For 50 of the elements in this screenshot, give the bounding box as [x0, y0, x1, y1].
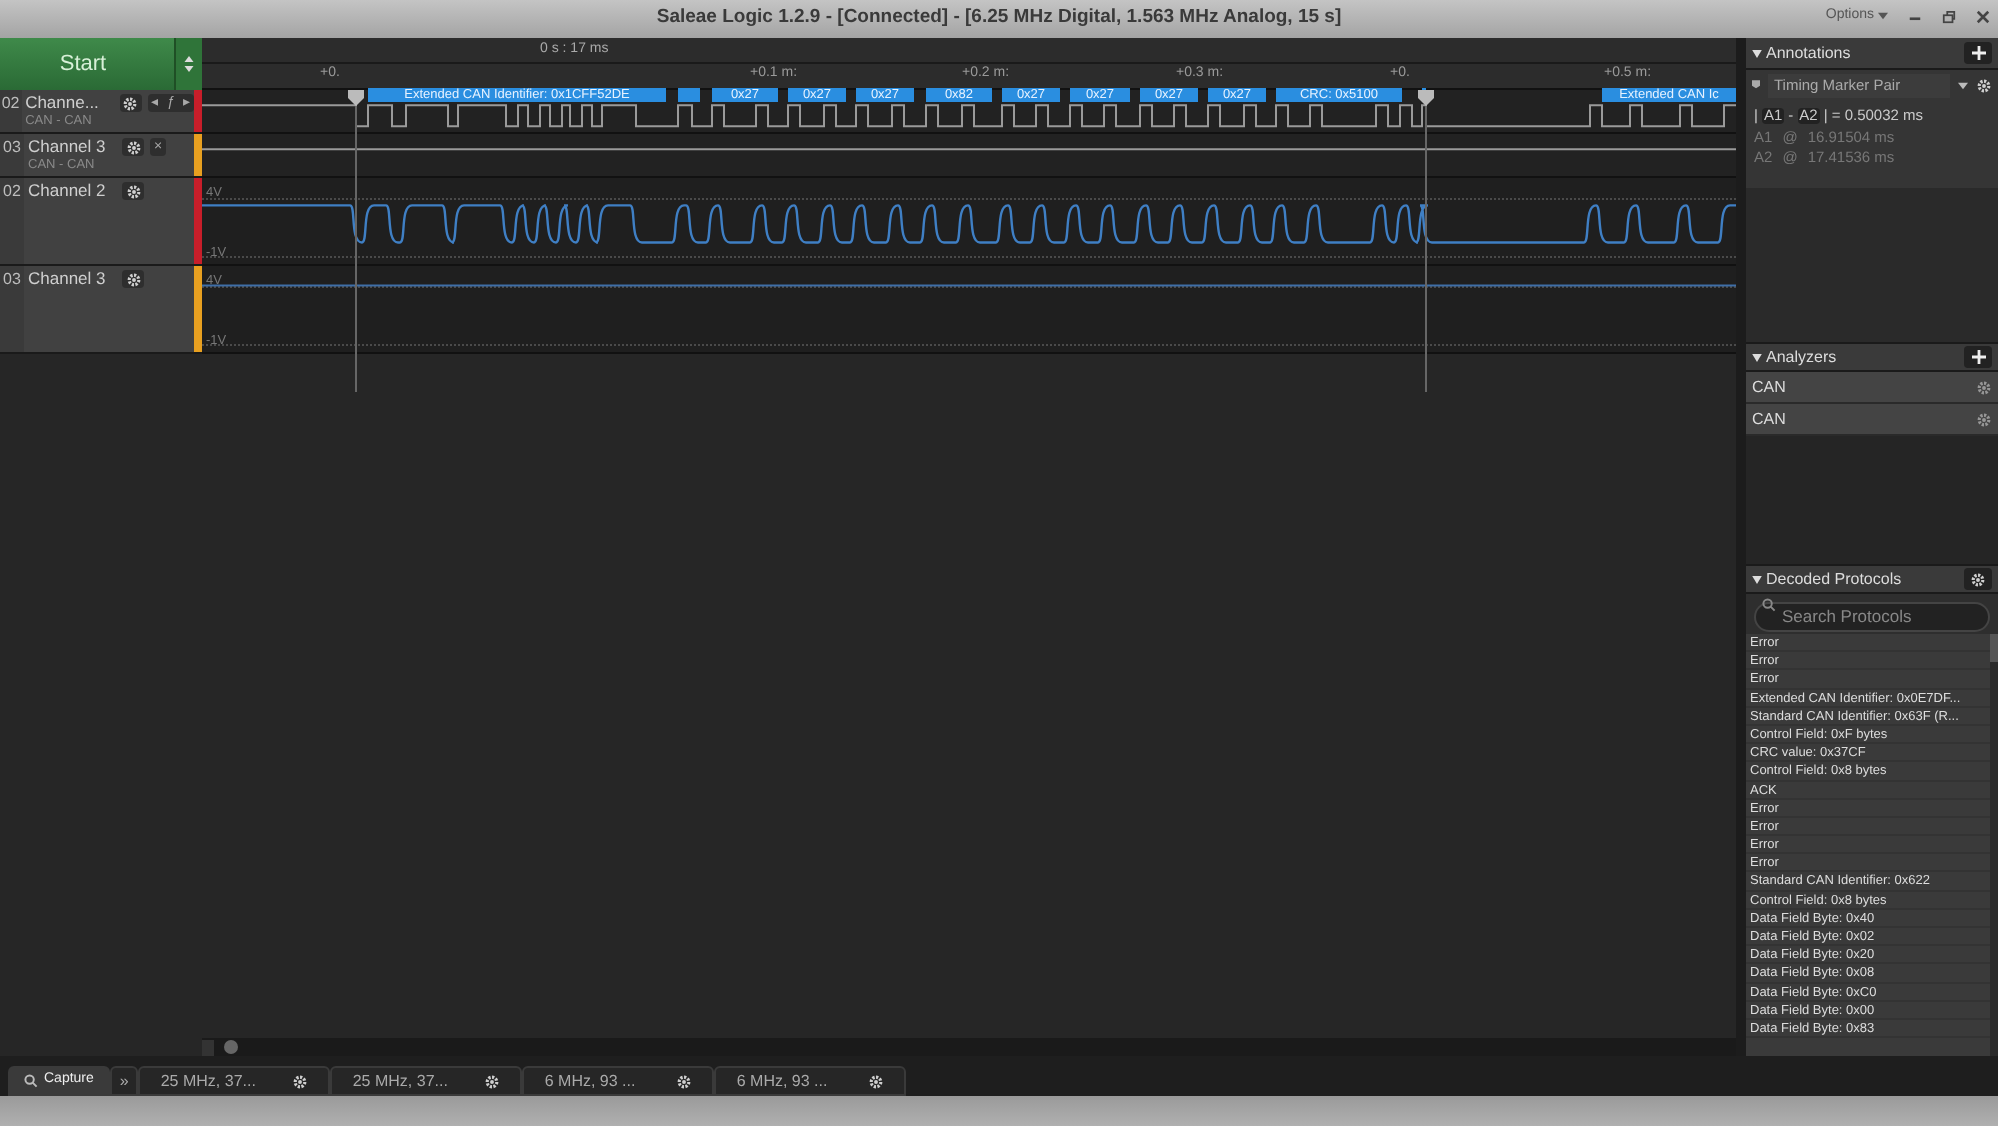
settings-button[interactable] [1964, 568, 1992, 590]
search-field[interactable]: Search Protocols [1754, 601, 1990, 631]
channel-number: 03 [3, 140, 21, 156]
analyzer-item[interactable]: CAN [1746, 372, 1998, 404]
analyzer-name: CAN [1752, 375, 1788, 399]
channel-name: Channel 2 [28, 182, 108, 200]
session-tab[interactable]: 6 MHz, 93 ... [714, 1066, 907, 1096]
search-icon [24, 1074, 38, 1088]
session-tab[interactable]: 6 MHz, 93 ... [522, 1066, 715, 1096]
collapse-icon[interactable] [1752, 49, 1762, 57]
close-icon[interactable] [1976, 9, 1990, 24]
plus-icon [1971, 350, 1985, 364]
session-tab[interactable]: 25 MHz, 37... [138, 1066, 331, 1096]
scroll-thumb[interactable] [224, 1040, 238, 1054]
gear-icon[interactable] [868, 1073, 885, 1089]
analyzer-name: CAN [1752, 407, 1788, 431]
panel-title[interactable]: Decoded Protocols [1766, 567, 1960, 591]
channel-name: Channel 3 [28, 270, 108, 288]
gear-icon[interactable] [1970, 571, 1986, 587]
start-options-button[interactable] [174, 38, 202, 90]
plus-icon [1971, 46, 1985, 60]
pin-icon [1752, 79, 1760, 93]
panel-title[interactable]: Analyzers [1766, 345, 1960, 369]
caret-icon [1878, 12, 1888, 21]
channel-number: 03 [3, 272, 21, 288]
gear-icon[interactable] [676, 1073, 693, 1089]
horizontal-scrollbar[interactable] [202, 1038, 1736, 1056]
channel-number: 02 [3, 184, 21, 200]
window-title: Saleae Logic 1.2.9 - [Connected] - [6.25 MHz Digital, 1.563 MHz Analog, 15 s] [656, 4, 1342, 33]
add-button[interactable] [1964, 346, 1992, 368]
search-icon [1762, 598, 1776, 612]
add-button[interactable] [1964, 42, 1992, 64]
panel-title[interactable]: Annotations [1766, 41, 1960, 65]
session-tab[interactable]: 25 MHz, 37... [330, 1066, 523, 1096]
channel-number: 02 [1, 96, 20, 112]
decoded-marker [678, 88, 700, 102]
gear-icon[interactable] [292, 1073, 309, 1089]
analyzer-item[interactable]: CAN [1746, 404, 1998, 436]
gear-icon[interactable] [484, 1073, 501, 1089]
collapse-icon[interactable] [1752, 575, 1762, 583]
restore-icon[interactable] [1942, 9, 1956, 24]
down-arrow-icon [184, 66, 194, 72]
channel-name: Channel 3 [28, 138, 108, 156]
more-tabs-button[interactable]: » [109, 1066, 139, 1096]
gear-icon[interactable] [1976, 78, 1992, 94]
channel-name: Channe... [25, 94, 101, 112]
collapse-icon[interactable] [1752, 353, 1762, 361]
up-arrow-icon [184, 56, 194, 62]
start-button[interactable]: Start [0, 38, 174, 90]
caret-icon[interactable] [1958, 82, 1968, 90]
